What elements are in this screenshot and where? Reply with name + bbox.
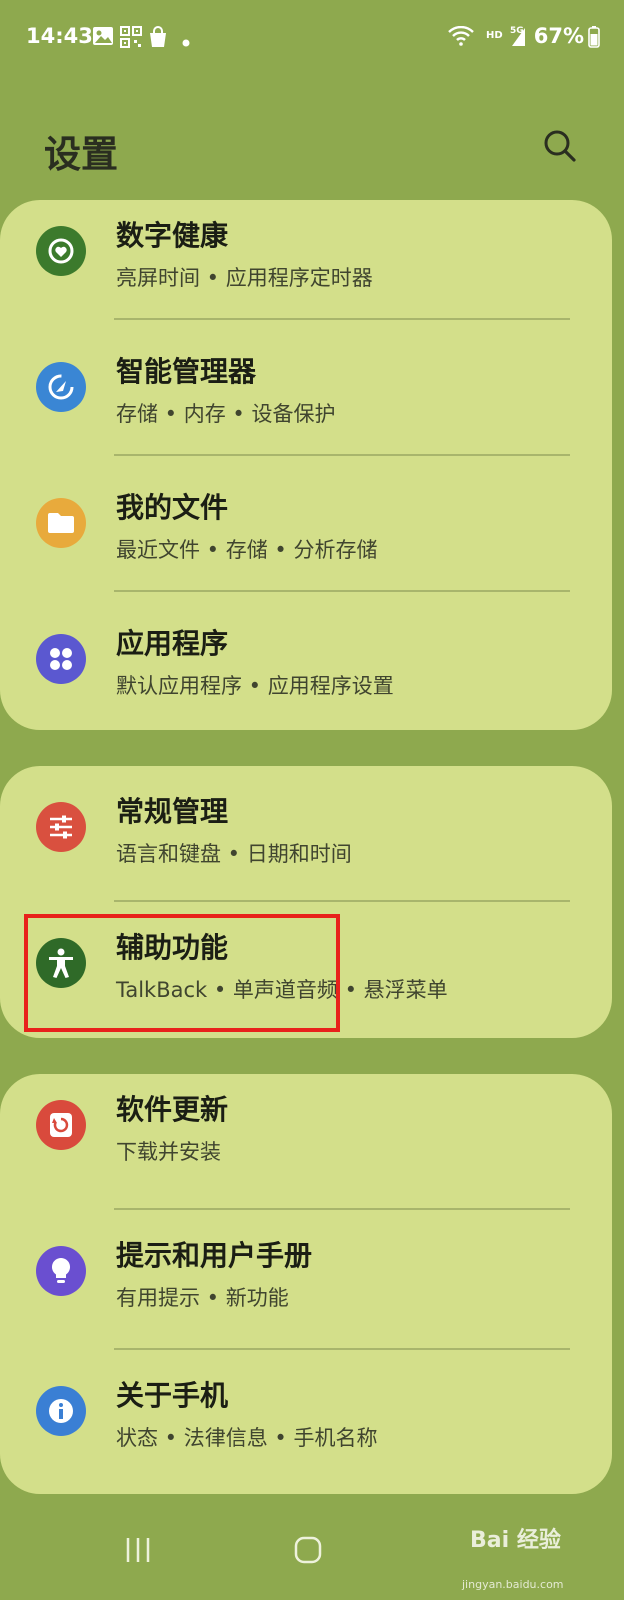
menu-item-title: 数字健康 bbox=[116, 219, 229, 252]
divider bbox=[114, 590, 570, 592]
search-icon bbox=[544, 130, 576, 162]
highlight-annotation bbox=[24, 914, 340, 1032]
recents-icon bbox=[126, 1538, 150, 1562]
apps-icon bbox=[36, 634, 86, 684]
menu-item-subtitle: 语言和键盘 • 日期和时间 bbox=[116, 842, 352, 866]
menu-item-tips-manual[interactable]: 提示和用户手册 有用提示 • 新功能 bbox=[0, 1220, 612, 1356]
software-update-icon bbox=[36, 1100, 86, 1150]
menu-item-my-files[interactable]: 我的文件 最近文件 • 存储 • 分析存储 bbox=[0, 472, 612, 608]
menu-item-title: 智能管理器 bbox=[116, 355, 257, 388]
menu-item-about-phone[interactable]: 关于手机 状态 • 法律信息 • 手机名称 bbox=[0, 1360, 612, 1496]
signal-icon bbox=[512, 28, 526, 50]
lightbulb-icon bbox=[36, 1246, 86, 1296]
watermark-brand: Bai 经验 bbox=[470, 1528, 561, 1553]
divider bbox=[114, 900, 570, 902]
menu-item-subtitle: 最近文件 • 存储 • 分析存储 bbox=[116, 538, 378, 562]
menu-item-subtitle: 默认应用程序 • 应用程序设置 bbox=[116, 674, 394, 698]
battery-icon bbox=[588, 26, 600, 52]
qr-code-icon bbox=[120, 26, 142, 52]
wifi-icon bbox=[448, 25, 474, 50]
menu-item-general-management[interactable]: 常规管理 语言和键盘 • 日期和时间 bbox=[0, 776, 612, 912]
menu-item-title: 软件更新 bbox=[116, 1093, 229, 1126]
gallery-icon bbox=[92, 26, 114, 50]
menu-item-subtitle: 有用提示 • 新功能 bbox=[116, 1286, 289, 1310]
watermark-url: jingyan.baidu.com bbox=[462, 1578, 564, 1591]
menu-item-title: 提示和用户手册 bbox=[116, 1239, 313, 1272]
home-icon bbox=[294, 1536, 322, 1564]
info-icon bbox=[36, 1386, 86, 1436]
menu-item-title: 关于手机 bbox=[116, 1379, 229, 1412]
sliders-icon bbox=[36, 802, 86, 852]
menu-item-digital-wellbeing[interactable]: 数字健康 亮屏时间 • 应用程序定时器 bbox=[0, 200, 612, 336]
menu-item-device-care[interactable]: 智能管理器 存储 • 内存 • 设备保护 bbox=[0, 336, 612, 472]
shopping-bag-icon bbox=[148, 26, 168, 52]
menu-item-title: 常规管理 bbox=[116, 795, 229, 828]
settings-card-3: 软件更新 下载并安装 提示和用户手册 有用提示 • 新功能 关于手机 状态 • … bbox=[0, 1074, 612, 1494]
recent-apps-button[interactable] bbox=[108, 1520, 168, 1580]
status-bar: 14:43 HD 5G 67% bbox=[0, 0, 624, 72]
menu-item-title: 应用程序 bbox=[116, 627, 229, 660]
menu-item-subtitle: 下载并安装 bbox=[116, 1140, 221, 1164]
divider bbox=[114, 454, 570, 456]
menu-item-software-update[interactable]: 软件更新 下载并安装 bbox=[0, 1074, 612, 1210]
menu-item-title: 我的文件 bbox=[116, 491, 229, 524]
menu-item-apps[interactable]: 应用程序 默认应用程序 • 应用程序设置 bbox=[0, 608, 612, 744]
home-button[interactable] bbox=[278, 1520, 338, 1580]
page-title: 设置 bbox=[44, 133, 118, 176]
device-care-icon bbox=[36, 362, 86, 412]
menu-item-subtitle: 存储 • 内存 • 设备保护 bbox=[116, 402, 336, 426]
notification-dot-icon bbox=[182, 32, 190, 51]
status-time: 14:43 bbox=[26, 24, 93, 48]
search-button[interactable] bbox=[540, 126, 580, 166]
digital-wellbeing-icon bbox=[36, 226, 86, 276]
divider bbox=[114, 318, 570, 320]
menu-item-subtitle: 状态 • 法律信息 • 手机名称 bbox=[116, 1426, 378, 1450]
menu-item-subtitle: 亮屏时间 • 应用程序定时器 bbox=[116, 266, 373, 290]
divider bbox=[114, 1208, 570, 1210]
battery-level: 67% bbox=[533, 24, 584, 48]
folder-icon bbox=[36, 498, 86, 548]
divider bbox=[114, 1348, 570, 1350]
settings-card-1: 数字健康 亮屏时间 • 应用程序定时器 智能管理器 存储 • 内存 • 设备保护… bbox=[0, 200, 612, 730]
hd-indicator: HD bbox=[486, 30, 503, 41]
